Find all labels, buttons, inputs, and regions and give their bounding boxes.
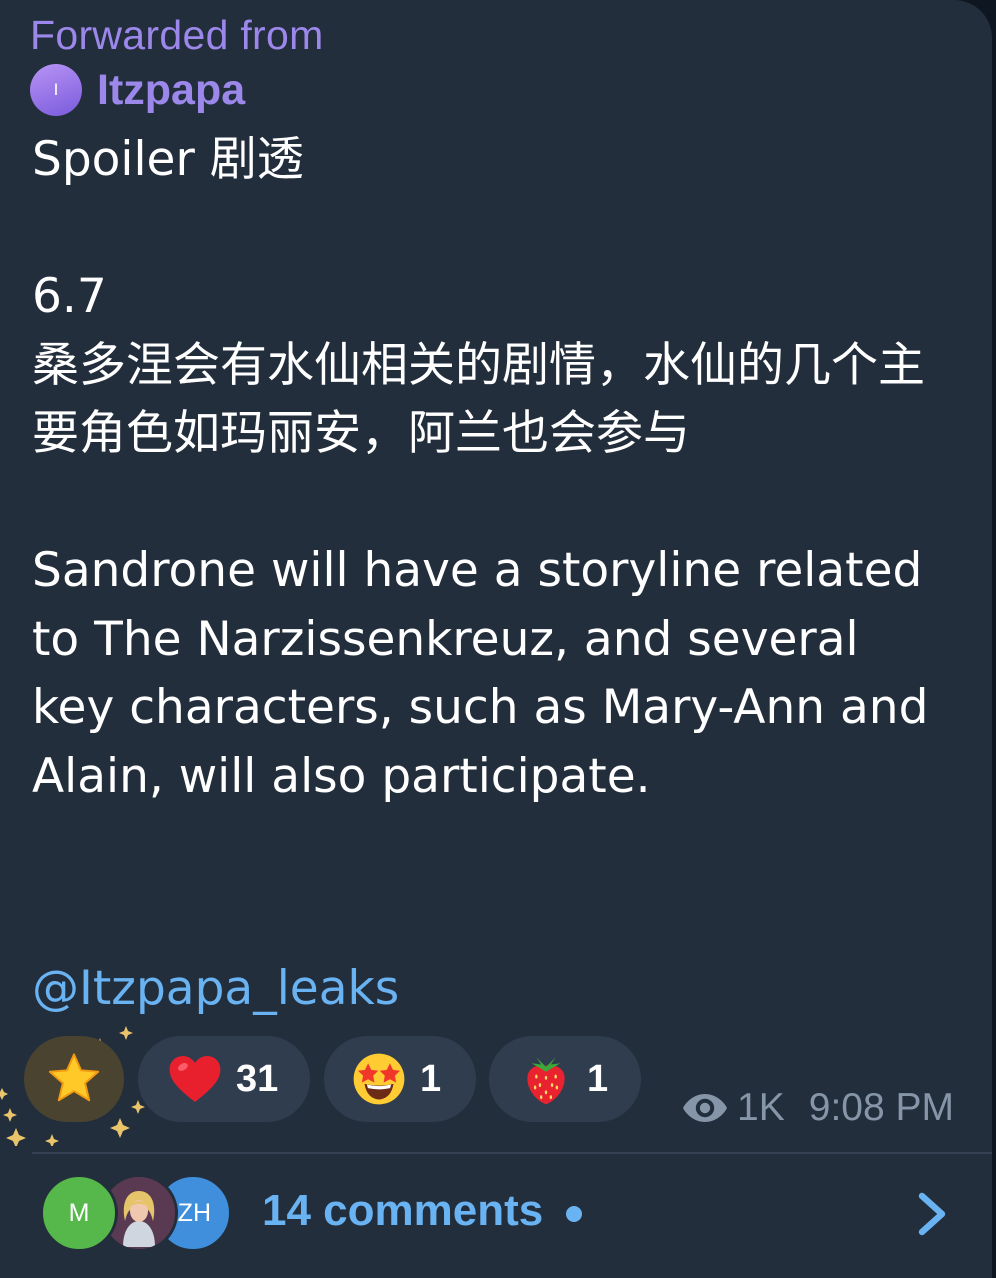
view-count: 1K	[737, 1086, 785, 1129]
reaction-star-struck[interactable]: 1	[324, 1036, 476, 1122]
message-bubble: Forwarded from I Itzpapa Spoiler 剧透 6.7 …	[0, 0, 992, 1278]
reactions-bar: 31 1 1	[0, 1026, 680, 1146]
commenter-avatar: M	[40, 1174, 118, 1252]
reaction-star[interactable]	[24, 1036, 124, 1122]
reaction-count: 31	[236, 1057, 279, 1100]
chevron-right-icon	[918, 1192, 946, 1236]
divider	[32, 1152, 992, 1154]
red-heart-emoji-icon	[166, 1050, 224, 1108]
star-struck-emoji-icon	[350, 1050, 408, 1108]
forward-source-link[interactable]: I Itzpapa	[30, 64, 245, 116]
forwarded-from-label: Forwarded from	[30, 12, 324, 58]
reaction-count: 1	[587, 1057, 609, 1100]
source-avatar: I	[30, 64, 82, 116]
reaction-strawberry[interactable]: 1	[489, 1036, 641, 1122]
message-time: 9:08 PM	[808, 1086, 954, 1129]
comments-count-label: 14 comments	[262, 1186, 544, 1235]
message-text: Spoiler 剧透 6.7 桑多涅会有水仙相关的剧情，水仙的几个主要角色如玛丽…	[32, 132, 929, 804]
star-emoji-icon	[45, 1050, 103, 1108]
unread-indicator	[566, 1206, 582, 1222]
message-meta: 1K 9:08 PM	[681, 1084, 954, 1132]
eye-icon	[683, 1094, 728, 1122]
reaction-count: 1	[420, 1057, 442, 1100]
mention-link[interactable]: @Itzpapa_leaks	[32, 955, 399, 1023]
strawberry-emoji-icon	[517, 1050, 575, 1108]
reaction-heart[interactable]: 31	[138, 1036, 310, 1122]
comments-button[interactable]: M ZH 14 comments	[0, 1160, 992, 1272]
source-name: Itzpapa	[97, 65, 246, 114]
